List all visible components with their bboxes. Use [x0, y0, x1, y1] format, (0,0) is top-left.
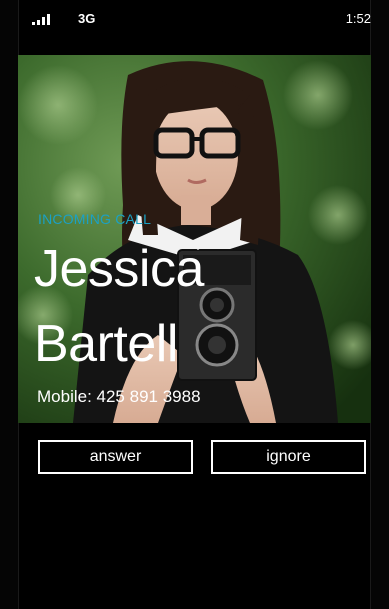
network-type: 3G [78, 11, 96, 26]
incoming-call-screen: 3G 1:52 INCOMING CALL Jessica Bartell Mo… [0, 0, 389, 609]
clock: 1:52 [345, 11, 371, 26]
screen-frame-left [0, 0, 19, 609]
status-bar: 3G 1:52 [18, 0, 371, 40]
caller-last-name: Bartell [34, 315, 178, 373]
caller-number: Mobile: 425 891 3988 [37, 387, 201, 406]
answer-button[interactable]: answer [38, 440, 193, 474]
incoming-call-label: INCOMING CALL [38, 211, 152, 227]
caller-first-name: Jessica [34, 240, 204, 298]
ignore-button[interactable]: ignore [211, 440, 366, 474]
screen-frame-right [370, 0, 389, 609]
signal-bars-icon [32, 13, 54, 25]
